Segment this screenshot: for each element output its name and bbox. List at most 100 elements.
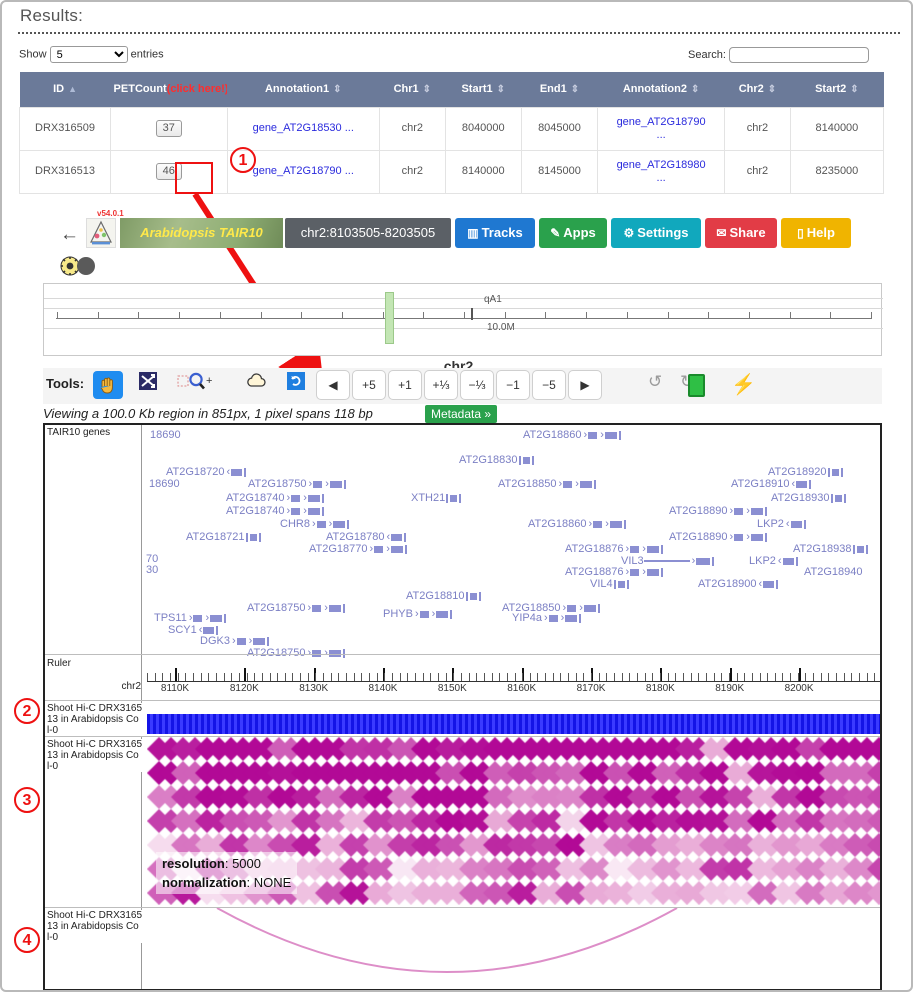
column-header-chr2[interactable]: Chr2 ⇕ [724, 72, 791, 107]
lightning-icon[interactable]: ⚡ [731, 372, 756, 397]
gene-feature[interactable]: XTH21 [411, 492, 462, 504]
petcount-badge[interactable]: 37 [155, 120, 182, 137]
back-icon[interactable]: ← [60, 224, 79, 246]
cell-id[interactable]: DRX316513 [18, 149, 112, 194]
annotation2-more[interactable]: ... [657, 172, 666, 184]
gene-feature[interactable]: LKP2 ‹ [757, 518, 807, 530]
annotation1-link[interactable]: gene_AT2G18790 ... [253, 165, 354, 177]
hic-coverage-track[interactable] [147, 714, 880, 734]
page-length-select[interactable]: 5102550100 [49, 46, 128, 63]
gene-feature[interactable]: VIL4 [590, 578, 630, 590]
gene-feature[interactable]: AT2G18860 › › [523, 429, 622, 441]
tracks-button[interactable]: ▥ Tracks [455, 218, 535, 248]
assembly-selector[interactable]: Arabidopsis TAIR10 [120, 218, 283, 248]
nav-button-2[interactable]: +1 [388, 370, 422, 400]
column-header-start1[interactable]: Start1 ⇕ [445, 72, 522, 107]
nav-button-7[interactable]: ▶ [568, 370, 602, 400]
sort-indicator-icon[interactable]: ▲ [68, 84, 77, 94]
gene-feature[interactable]: AT2G18938 [793, 543, 869, 555]
flip-tool-icon[interactable] [281, 371, 311, 399]
gene-feature[interactable]: AT2G18750›› [247, 602, 346, 614]
gene-feature[interactable]: LKP2 ‹ [749, 555, 799, 567]
help-button[interactable]: ▯ Help [781, 218, 851, 248]
gene-feature[interactable]: AT2G18920 [768, 466, 844, 478]
column-header-start2[interactable]: Start2 ⇕ [790, 72, 884, 107]
gene-feature[interactable]: AT2G18890 › › [669, 505, 768, 517]
annotation2-link[interactable]: gene_AT2G18980 [617, 159, 706, 171]
gene-feature[interactable]: AT2G18750›› [248, 478, 347, 490]
location-box[interactable]: chr2:8103505-8203505 [285, 218, 451, 248]
apps-button[interactable]: ✎ Apps [539, 218, 607, 248]
search-input[interactable] [729, 47, 869, 63]
sort-indicator-icon[interactable]: ⇕ [850, 84, 858, 95]
gene-feature[interactable]: AT2G18860 › › [528, 518, 627, 530]
chromosome-overview[interactable]: qA1 10.0M [43, 283, 883, 356]
annotation2-more[interactable]: ... [657, 129, 666, 141]
gene-feature[interactable]: AT2G18930 [771, 492, 847, 504]
sort-indicator-icon[interactable]: ⇕ [497, 84, 505, 95]
annotation2-link[interactable]: gene_AT2G18790 [617, 116, 706, 128]
nav-button-6[interactable]: −5 [532, 370, 566, 400]
gene-feature[interactable]: YIP4a › › [512, 612, 582, 624]
cloud-tool-icon[interactable] [241, 371, 271, 399]
settings-toggle[interactable] [59, 256, 104, 281]
gene-feature[interactable]: AT2G18780 ‹ [326, 531, 407, 543]
gene-feature[interactable]: AT2G18876 › › [565, 566, 664, 578]
cell-annotation2[interactable]: gene_AT2G18980... [597, 149, 726, 194]
gene-feature[interactable]: PHYB › › [383, 608, 453, 620]
column-header-annotation2[interactable]: Annotation2 ⇕ [597, 72, 725, 107]
nav-button-5[interactable]: −1 [496, 370, 530, 400]
gene-feature[interactable]: AT2G18721 [186, 531, 262, 543]
column-header-petcount[interactable]: PETCount(click here!)⇕ [110, 72, 241, 107]
gene-feature[interactable]: AT2G18876 › › [565, 543, 664, 555]
gene-feature[interactable]: AT2G18770 › › [309, 543, 408, 555]
gene-feature[interactable]: 18690 [149, 478, 180, 490]
hand-tool-icon[interactable] [93, 371, 123, 399]
gene-feature[interactable]: AT2G18890 › › [669, 531, 768, 543]
cell-annotation2[interactable]: gene_AT2G18790... [597, 106, 726, 151]
shuffle-tool-icon[interactable] [133, 371, 163, 399]
annotation1-link[interactable]: gene_AT2G18530 ... [253, 122, 354, 134]
zoom-select-tool-icon[interactable]: + [177, 371, 212, 399]
sort-indicator-icon[interactable]: ⇕ [571, 84, 579, 95]
gene-feature[interactable]: AT2G18940 [804, 566, 863, 578]
share-button[interactable]: ✉ Share [705, 218, 777, 248]
gene-feature[interactable]: 18690 [150, 429, 181, 441]
column-header-annotation1[interactable]: Annotation1 ⇕ [227, 72, 380, 107]
gene-feature[interactable]: AT2G18850 › › [498, 478, 597, 490]
sort-indicator-icon[interactable]: ⇕ [423, 84, 431, 95]
gene-feature[interactable]: AT2G18810 [406, 590, 482, 602]
column-header-chr1[interactable]: Chr1 ⇕ [379, 72, 446, 107]
nav-button-1[interactable]: +5 [352, 370, 386, 400]
column-header-end1[interactable]: End1 ⇕ [521, 72, 598, 107]
nav-button-3[interactable]: +⅓ [424, 370, 458, 400]
hic-arc-track[interactable] [147, 907, 880, 989]
nav-button-0[interactable]: ◀ [316, 370, 350, 400]
metadata-button[interactable]: Metadata » [425, 405, 498, 423]
gene-feature[interactable]: AT2G18740 › › [226, 492, 325, 504]
gene-feature[interactable]: TPS11 › › [154, 612, 227, 624]
cell-petcount[interactable]: 37 [110, 106, 228, 151]
settings-button[interactable]: ⚙ Settings [611, 218, 701, 248]
cell-annotation1[interactable]: gene_AT2G18530 ... [226, 106, 380, 151]
column-header-id[interactable]: ID ▲ [19, 72, 111, 107]
sort-indicator-icon[interactable]: ⇕ [768, 84, 776, 95]
gene-edge [827, 467, 830, 477]
table-row[interactable]: DRX316509 37 gene_AT2G18530 ... chr2 8040000… [18, 106, 885, 151]
gene-feature[interactable]: CHR8 › › [280, 518, 350, 530]
sort-indicator-icon[interactable]: ⇕ [691, 84, 699, 95]
browser-panel[interactable]: TAIR10 genes 18690 AT2G18860 › › AT2G18830 AT… [43, 423, 882, 990]
gene-feature[interactable]: AT2G18720 ‹ [166, 466, 247, 478]
sort-indicator-icon[interactable]: ⇕ [333, 84, 341, 95]
gene-feature[interactable]: DGK3 › › [200, 635, 270, 647]
green-status-chip[interactable] [688, 374, 705, 397]
rotate-ccw-icon[interactable]: ↺ [648, 372, 662, 392]
gene-feature[interactable]: AT2G18910 ‹ [731, 478, 812, 490]
table-row[interactable]: DRX316513 46 gene_AT2G18790 ... chr2 8140000… [18, 149, 885, 194]
gene-feature[interactable]: AT2G18740 › › [226, 505, 325, 517]
nav-button-4[interactable]: −⅓ [460, 370, 494, 400]
cell-id[interactable]: DRX316509 [18, 106, 112, 151]
gene-feature[interactable]: AT2G18900 ‹ [698, 578, 779, 590]
gene-feature[interactable]: 30 [146, 564, 158, 576]
gene-feature[interactable]: AT2G18830 [459, 454, 535, 466]
